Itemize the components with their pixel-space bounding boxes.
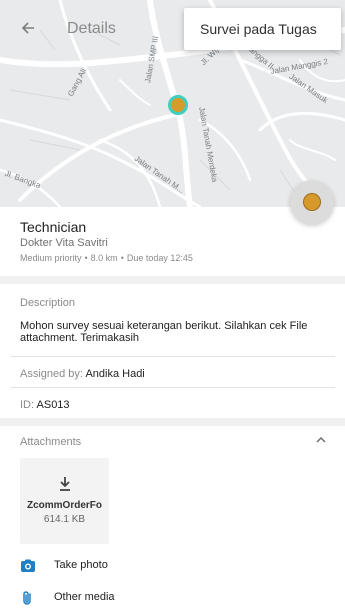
attachment-file[interactable]: ZcommOrderFo 614.1 KB bbox=[20, 458, 109, 544]
location-marker[interactable] bbox=[168, 95, 188, 115]
assigned-by-value: Andika Hadi bbox=[85, 368, 145, 380]
description-label: Description bbox=[20, 297, 76, 309]
description-text: Mohon survey sesuai keterangan berikut. … bbox=[20, 320, 308, 344]
distance: 8.0 km bbox=[90, 253, 118, 263]
id-row: ID: AS013 bbox=[20, 399, 70, 411]
paperclip-icon bbox=[23, 591, 31, 605]
download-icon bbox=[60, 477, 70, 491]
other-media-label: Other media bbox=[54, 591, 115, 603]
assigned-by-label: Assigned by: bbox=[20, 368, 83, 380]
arrow-left-icon bbox=[21, 22, 34, 34]
chevron-up-icon bbox=[316, 436, 326, 443]
menu-item-survey[interactable]: Survei pada Tugas bbox=[200, 21, 317, 37]
camera-icon bbox=[21, 559, 35, 572]
attachment-size: 614.1 KB bbox=[43, 514, 86, 525]
due-time: Due today 12:45 bbox=[126, 253, 193, 263]
divider bbox=[10, 356, 335, 357]
my-location-button[interactable] bbox=[290, 180, 334, 224]
section-divider bbox=[0, 418, 345, 426]
separator: • bbox=[120, 253, 124, 263]
assigned-by: Assigned by: Andika Hadi bbox=[20, 368, 145, 380]
priority: Medium priority bbox=[20, 253, 82, 263]
section-divider bbox=[0, 276, 345, 284]
separator: • bbox=[84, 253, 88, 263]
id-value: AS013 bbox=[36, 399, 70, 411]
top-bar: Details Survei pada Tugas bbox=[0, 0, 345, 60]
attachments-label: Attachments bbox=[20, 436, 82, 448]
location-dot-icon bbox=[303, 193, 321, 211]
take-photo-label: Take photo bbox=[54, 559, 108, 571]
divider bbox=[10, 387, 335, 388]
attachment-name: ZcommOrderFo bbox=[26, 500, 102, 511]
job-title: Technician bbox=[20, 219, 87, 235]
customer-name: Dokter Vita Savitri bbox=[20, 237, 108, 249]
back-button[interactable] bbox=[20, 18, 44, 42]
id-label: ID: bbox=[20, 399, 35, 411]
job-meta: Medium priority • 8.0 km • Due today 12:45 bbox=[20, 253, 193, 263]
attachments-toggle[interactable] bbox=[315, 434, 327, 448]
page-title: Details bbox=[67, 20, 116, 37]
overflow-menu: Survei pada Tugas bbox=[184, 8, 341, 50]
